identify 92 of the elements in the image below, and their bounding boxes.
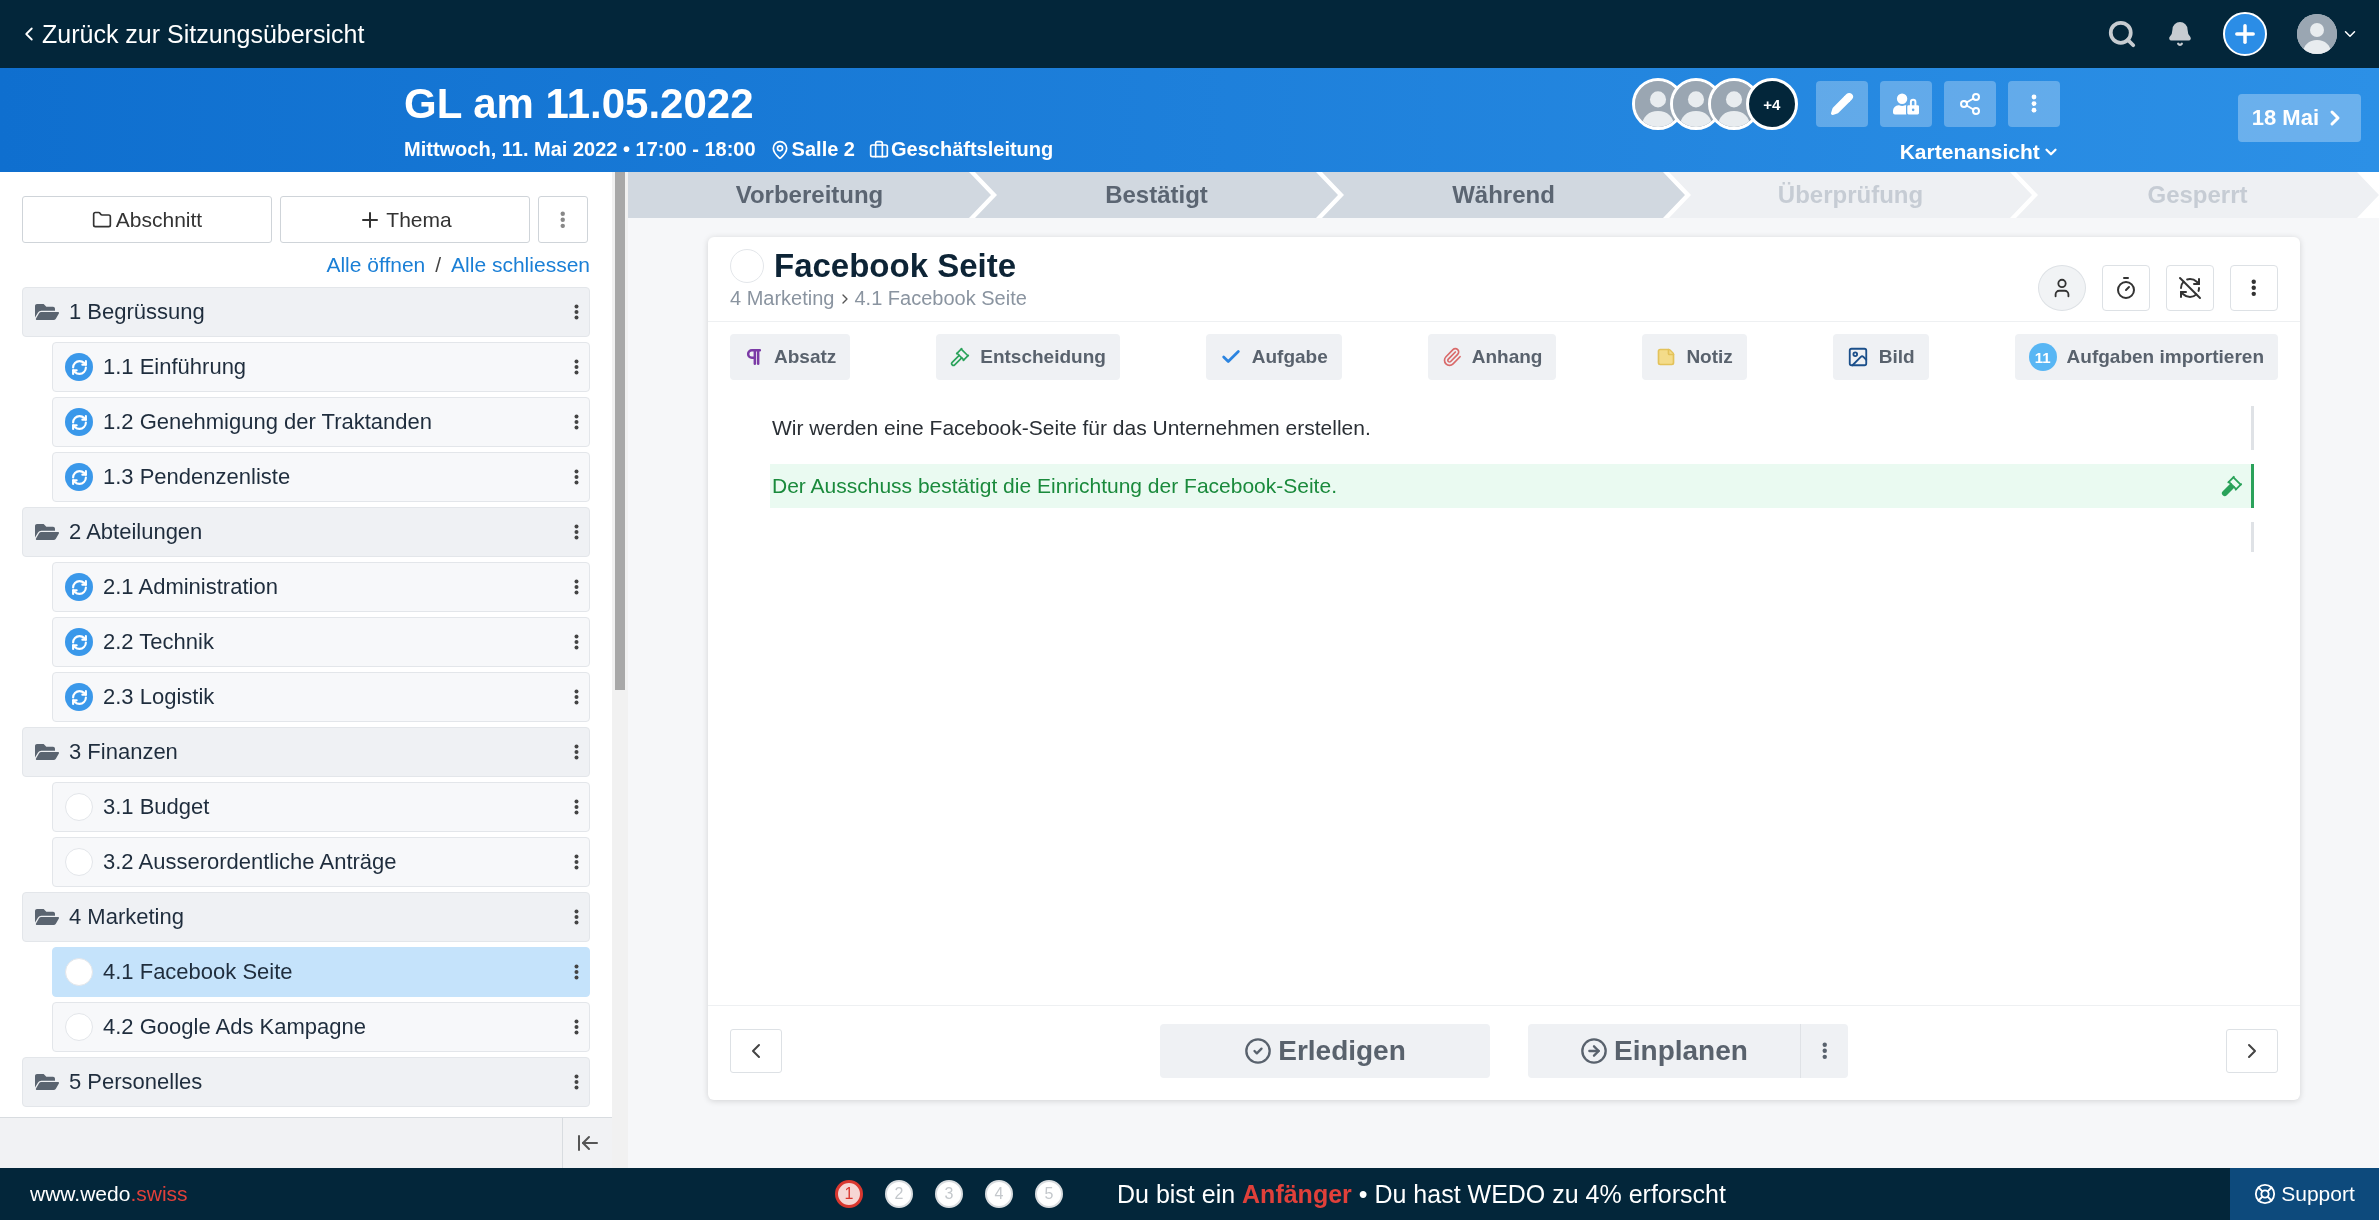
pilcrow-icon — [744, 347, 764, 367]
insert-button[interactable]: 11 Aufgaben importieren — [2014, 334, 2278, 380]
more-icon[interactable] — [574, 414, 579, 430]
website-link[interactable]: www.wedo.swiss — [30, 1182, 188, 1206]
topic-item[interactable]: 3.2 Ausserordentliche Anträge — [52, 837, 590, 887]
briefcase-icon — [869, 139, 889, 160]
insert-button[interactable]: Anhang — [1427, 334, 1557, 380]
stage-step: Vorbereitung — [628, 172, 991, 218]
section-item[interactable]: 4 Marketing — [22, 892, 590, 942]
life-buoy-icon — [2254, 1183, 2277, 1205]
more-icon — [560, 210, 566, 229]
stage-step: Bestätigt — [975, 172, 1338, 218]
edit-button[interactable] — [1815, 81, 1868, 127]
bell-icon[interactable] — [2167, 21, 2193, 47]
topic-item[interactable]: 2.3 Logistik — [52, 672, 590, 722]
assignee-button[interactable] — [2038, 265, 2086, 311]
topic-item[interactable]: 4.1 Facebook Seite — [52, 947, 590, 997]
meeting-location: Salle 2 — [791, 138, 855, 161]
more-icon — [1821, 1042, 1828, 1060]
share-button[interactable] — [1943, 81, 1996, 127]
gavel-icon — [950, 347, 971, 367]
more-icon — [2251, 279, 2257, 297]
image-icon — [1846, 346, 1869, 368]
add-topic-button[interactable]: Thema — [280, 196, 530, 243]
more-icon[interactable] — [574, 909, 579, 925]
more-icon[interactable] — [574, 359, 579, 375]
topic-title: Facebook Seite — [774, 247, 1017, 285]
user-lock-icon — [1892, 91, 1919, 117]
complete-button[interactable]: Erledigen — [1160, 1024, 1490, 1078]
more-icon[interactable] — [574, 799, 579, 815]
gavel-icon — [2221, 475, 2243, 497]
stopwatch-icon — [2114, 276, 2138, 300]
more-icon[interactable] — [574, 524, 579, 540]
insert-button[interactable]: Bild — [1832, 334, 1929, 380]
separator: / — [435, 253, 442, 277]
check-circle-icon — [1244, 1037, 1273, 1065]
meeting-date: Mittwoch, 11. Mai 2022 • 17:00 - 18:00 — [404, 138, 756, 161]
insert-button[interactable]: Entscheidung — [936, 334, 1120, 380]
paragraph-block[interactable]: Wir werden eine Facebook-Seite für das Unternehmen erstellen. — [770, 406, 2254, 450]
view-selector[interactable]: Kartenansicht — [1899, 140, 2060, 164]
more-icon[interactable] — [574, 689, 579, 705]
topic-item[interactable]: 3.1 Budget — [52, 782, 590, 832]
more-icon[interactable] — [574, 304, 579, 320]
progress-text: Du bist ein Anfänger • Du hast WEDO zu 4% erforscht — [1117, 1179, 1726, 1209]
sticky-note-icon — [1656, 347, 1677, 367]
section-item[interactable]: 2 Abteilungen — [22, 507, 590, 557]
more-icon[interactable] — [574, 964, 579, 980]
insert-button[interactable]: Absatz — [730, 334, 851, 380]
paperclip-icon — [1441, 347, 1462, 367]
add-button[interactable] — [2223, 12, 2267, 56]
more-icon — [2030, 94, 2037, 114]
add-section-button[interactable]: Abschnitt — [22, 196, 272, 243]
topic-item[interactable]: 2.2 Technik — [52, 617, 590, 667]
avatar-icon — [2297, 14, 2337, 54]
schedule-button[interactable]: Einplanen — [1528, 1024, 1800, 1078]
meeting-title: GL am 11.05.2022 — [404, 80, 755, 128]
timer-button[interactable] — [2102, 265, 2150, 311]
count-badge: 11 — [2028, 343, 2057, 371]
section-item[interactable]: 1 Begrüssung — [22, 287, 590, 337]
repeat-off-button[interactable] — [2166, 265, 2214, 311]
topic-item[interactable]: 2.1 Administration — [52, 562, 590, 612]
topic-item[interactable]: 1.1 Einführung — [52, 342, 590, 392]
expand-all-link[interactable]: Alle öffnen — [326, 253, 426, 277]
section-item[interactable]: 3 Finanzen — [22, 727, 590, 777]
more-icon[interactable] — [574, 854, 579, 870]
folder-icon — [91, 209, 112, 230]
scrollbar-thumb[interactable] — [615, 172, 625, 690]
support-button[interactable]: Support — [2230, 1168, 2379, 1220]
more-icon[interactable] — [574, 579, 579, 595]
stage-step: Während — [1322, 172, 1685, 218]
topic-item[interactable]: 1.2 Genehmigung der Traktanden — [52, 397, 590, 447]
more-icon[interactable] — [574, 744, 579, 760]
back-link[interactable]: Zurück zur Sitzungsübersicht — [18, 19, 365, 49]
arrow-circle-icon — [1580, 1037, 1609, 1065]
share-icon — [1957, 92, 1982, 116]
repeat-off-icon — [2178, 276, 2202, 300]
section-item[interactable]: 5 Personelles — [22, 1057, 590, 1107]
search-icon[interactable] — [2107, 19, 2137, 49]
more-icon[interactable] — [574, 1074, 579, 1090]
more-icon[interactable] — [574, 1019, 579, 1035]
topic-item[interactable]: 4.2 Google Ads Kampagne — [52, 1002, 590, 1052]
insert-button[interactable]: Notiz — [1642, 334, 1747, 380]
decision-block[interactable]: Der Ausschuss bestätigt die Einrichtung der Facebook-Seite. — [770, 464, 2254, 508]
meeting-group: Geschäftsleitung — [891, 138, 1054, 161]
more-participants-badge[interactable]: +4 — [1745, 78, 1798, 130]
more-icon[interactable] — [574, 469, 579, 485]
pencil-icon — [1829, 92, 1854, 116]
more-icon[interactable] — [574, 634, 579, 650]
permissions-button[interactable] — [1879, 81, 1932, 127]
insert-button[interactable]: Aufgabe — [1205, 334, 1342, 380]
topic-item[interactable]: 1.3 Pendenzenliste — [52, 452, 590, 502]
collapse-all-link[interactable]: Alle schliessen — [451, 253, 590, 277]
